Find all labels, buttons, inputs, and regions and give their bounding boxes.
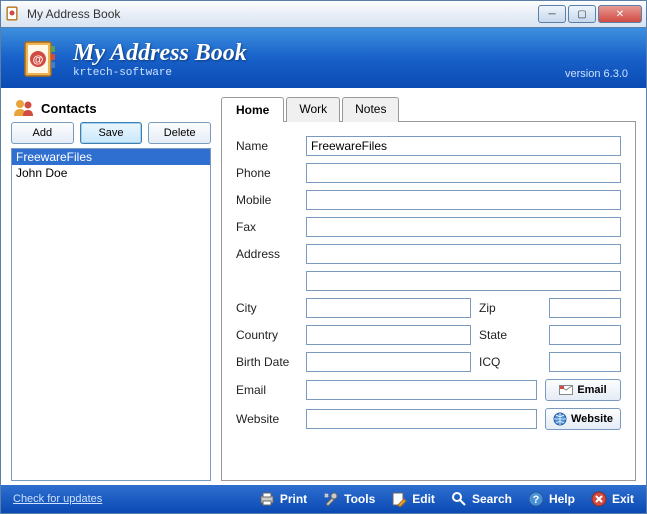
- city-field[interactable]: [306, 298, 471, 318]
- state-label: State: [479, 328, 541, 342]
- delete-button[interactable]: Delete: [148, 122, 211, 144]
- search-button[interactable]: Search: [451, 491, 512, 507]
- zip-field[interactable]: [549, 298, 621, 318]
- app-icon: [5, 6, 21, 22]
- version-label: version 6.3.0: [565, 68, 628, 80]
- add-button[interactable]: Add: [11, 122, 74, 144]
- globe-icon: [553, 412, 567, 426]
- contacts-label: Contacts: [41, 101, 97, 116]
- tab-bar: Home Work Notes: [221, 97, 636, 122]
- help-button[interactable]: ? Help: [528, 491, 575, 507]
- search-icon: [451, 491, 467, 507]
- maximize-button[interactable]: ▢: [568, 5, 596, 23]
- icq-field[interactable]: [549, 352, 621, 372]
- fax-label: Fax: [236, 220, 298, 234]
- tab-home[interactable]: Home: [221, 97, 284, 122]
- app-header: @ My Address Book krtech-software versio…: [1, 28, 646, 88]
- icq-label: ICQ: [479, 355, 541, 369]
- website-field[interactable]: [306, 409, 537, 429]
- tab-notes[interactable]: Notes: [342, 97, 399, 122]
- contacts-list[interactable]: FreewareFiles John Doe: [11, 148, 211, 481]
- phone-field[interactable]: [306, 163, 621, 183]
- envelope-icon: [559, 385, 573, 395]
- website-button[interactable]: Website: [545, 408, 621, 430]
- footer-bar: Check for updates Print Tools Edit Searc…: [1, 485, 646, 513]
- svg-text:@: @: [33, 54, 44, 66]
- save-button[interactable]: Save: [80, 122, 143, 144]
- close-button[interactable]: ✕: [598, 5, 642, 23]
- zip-label: Zip: [479, 301, 541, 315]
- city-label: City: [236, 301, 298, 315]
- minimize-button[interactable]: ─: [538, 5, 566, 23]
- tools-button[interactable]: Tools: [323, 491, 375, 507]
- list-item[interactable]: FreewareFiles: [12, 149, 210, 165]
- birthdate-field[interactable]: [306, 352, 471, 372]
- country-field[interactable]: [306, 325, 471, 345]
- exit-icon: [591, 491, 607, 507]
- svg-text:?: ?: [533, 494, 540, 506]
- state-field[interactable]: [549, 325, 621, 345]
- app-title: My Address Book: [73, 40, 247, 67]
- name-field[interactable]: [306, 136, 621, 156]
- exit-button[interactable]: Exit: [591, 491, 634, 507]
- mobile-field[interactable]: [306, 190, 621, 210]
- address-label: Address: [236, 247, 298, 261]
- email-button[interactable]: Email: [545, 379, 621, 401]
- fax-field[interactable]: [306, 217, 621, 237]
- app-subtitle: krtech-software: [73, 67, 247, 79]
- check-updates-link[interactable]: Check for updates: [13, 493, 102, 505]
- window-title: My Address Book: [27, 7, 538, 21]
- tab-pane-home: Name Phone Mobile Fax Address: [221, 121, 636, 481]
- contacts-panel: Contacts Add Save Delete FreewareFiles J…: [11, 96, 211, 481]
- tools-icon: [323, 491, 339, 507]
- help-icon: ?: [528, 491, 544, 507]
- contacts-icon: [13, 98, 35, 118]
- name-label: Name: [236, 139, 298, 153]
- address-book-icon: @: [19, 38, 61, 80]
- tab-work[interactable]: Work: [286, 97, 340, 122]
- email-field[interactable]: [306, 380, 537, 400]
- address-field-2[interactable]: [306, 271, 621, 291]
- email-label: Email: [236, 383, 298, 397]
- address-field-1[interactable]: [306, 244, 621, 264]
- edit-button[interactable]: Edit: [391, 491, 435, 507]
- edit-icon: [391, 491, 407, 507]
- list-item[interactable]: John Doe: [12, 165, 210, 181]
- print-button[interactable]: Print: [259, 491, 307, 507]
- printer-icon: [259, 491, 275, 507]
- birthdate-label: Birth Date: [236, 355, 298, 369]
- phone-label: Phone: [236, 166, 298, 180]
- country-label: Country: [236, 328, 298, 342]
- mobile-label: Mobile: [236, 193, 298, 207]
- titlebar: My Address Book ─ ▢ ✕: [0, 0, 647, 28]
- website-label: Website: [236, 412, 298, 426]
